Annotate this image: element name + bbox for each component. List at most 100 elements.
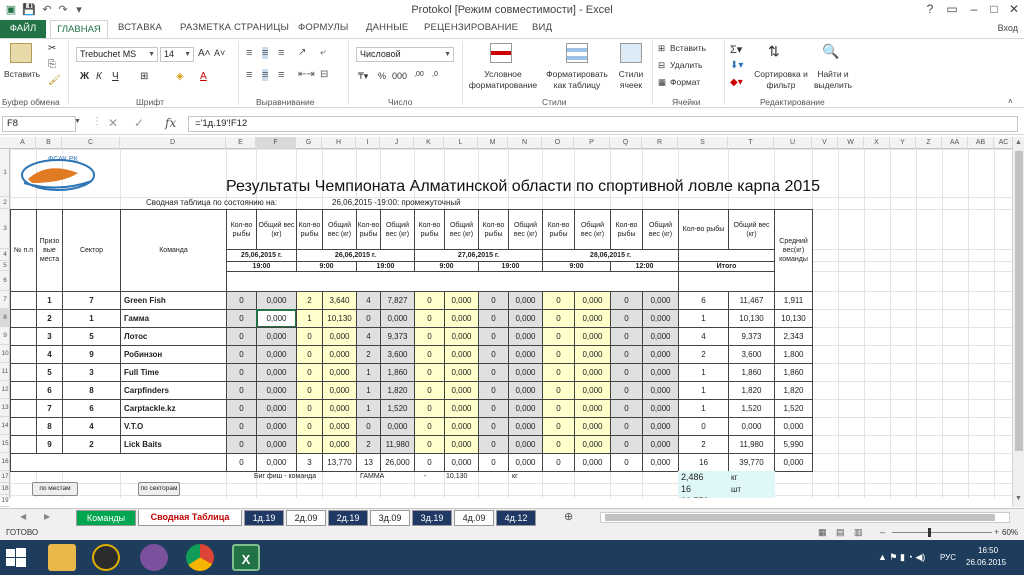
row-num[interactable] <box>10 399 37 418</box>
total-qty-cell[interactable]: 2 <box>678 435 729 454</box>
weight-cell[interactable]: 0,000 <box>508 345 543 364</box>
header-total-qty[interactable]: Кол-во рыбы <box>678 209 729 250</box>
qty-cell[interactable]: 0 <box>478 363 509 382</box>
weight-cell[interactable]: 0,000 <box>256 291 297 310</box>
team-cell[interactable]: Лотос <box>120 327 227 346</box>
row-header[interactable]: 15 <box>0 435 10 453</box>
total-qty-cell[interactable]: 2 <box>678 345 729 364</box>
qty-cell[interactable]: 0 <box>610 363 643 382</box>
weight-cell[interactable]: 9,373 <box>380 327 415 346</box>
qty-cell[interactable]: 0 <box>296 417 323 436</box>
header-weight[interactable]: Общий вес (кг) <box>380 209 415 250</box>
weight-cell[interactable]: 0,000 <box>508 417 543 436</box>
sheet-tab[interactable]: 1д.19 <box>244 510 284 526</box>
team-cell[interactable]: Lick Baits <box>120 435 227 454</box>
number-format-select[interactable]: Числовой ▼ <box>356 47 454 62</box>
weight-cell[interactable]: 0,000 <box>322 435 357 454</box>
align-left-icon[interactable]: ≡ <box>246 69 252 81</box>
avg-cell[interactable]: 1,820 <box>774 381 813 400</box>
column-header[interactable]: N <box>508 137 542 149</box>
qty-cell[interactable]: 0 <box>610 291 643 310</box>
column-header[interactable]: A <box>10 137 36 149</box>
total-qty-cell[interactable]: 0 <box>678 417 729 436</box>
qty-cell[interactable]: 0 <box>542 327 575 346</box>
formula-input[interactable]: ='1д.19'!F12 <box>188 116 1018 132</box>
qty-cell[interactable]: 0 <box>414 345 445 364</box>
font-size-select[interactable]: 14 ▼ <box>160 47 194 62</box>
weight-cell[interactable]: 0,000 <box>508 291 543 310</box>
qty-cell[interactable]: 0 <box>478 291 509 310</box>
format-as-table-button[interactable]: Форматировать как таблицу <box>542 69 612 91</box>
total-weight-cell[interactable]: 3,600 <box>728 345 775 364</box>
collapse-ribbon-icon[interactable]: ˄ <box>1008 97 1013 106</box>
sheet-tab[interactable]: 2д.09 <box>286 510 326 526</box>
weight-cell[interactable]: 0,000 <box>574 345 611 364</box>
insert-function-icon[interactable]: fx <box>165 116 176 130</box>
row-header[interactable]: 11 <box>0 363 10 381</box>
sector-cell[interactable]: 5 <box>62 327 121 346</box>
font-color-icon[interactable]: A <box>200 71 207 82</box>
qty-cell[interactable]: 0 <box>414 327 445 346</box>
weight-cell[interactable]: 0,000 <box>444 345 479 364</box>
blank-header[interactable] <box>678 271 775 292</box>
header-weight[interactable]: Общий вес (кг) <box>642 209 679 250</box>
header-weight[interactable]: Общий вес (кг) <box>444 209 479 250</box>
weight-cell[interactable]: 1,820 <box>380 381 415 400</box>
page-break-view-icon[interactable]: ▥ <box>854 527 863 538</box>
totals-cell[interactable]: 0 <box>610 453 643 472</box>
qty-cell[interactable]: 0 <box>296 381 323 400</box>
align-top-icon[interactable]: ≡ <box>246 47 252 59</box>
row-header[interactable]: 6 <box>0 271 10 291</box>
fill-icon[interactable]: ⬇▾ <box>730 60 743 71</box>
qty-cell[interactable]: 0 <box>296 363 323 382</box>
underline-icon[interactable]: Ч <box>112 71 119 82</box>
qty-cell[interactable]: 2 <box>356 345 381 364</box>
tab-file[interactable]: ФАЙЛ <box>0 20 46 38</box>
extra-value[interactable]: 39,770 <box>678 495 729 498</box>
horizontal-scrollbar[interactable] <box>600 512 1010 523</box>
weight-cell[interactable]: 0,000 <box>642 327 679 346</box>
tab-data[interactable]: ДАННЫЕ <box>366 22 408 33</box>
blank-header[interactable] <box>226 271 679 292</box>
next-sheet-icon[interactable]: ▶ <box>44 512 50 521</box>
weight-cell[interactable]: 0,000 <box>444 435 479 454</box>
column-header[interactable]: L <box>444 137 478 149</box>
totals-cell[interactable]: 0 <box>226 453 257 472</box>
row-num[interactable] <box>10 363 37 382</box>
sort-by-places-button[interactable]: по местам <box>32 482 78 496</box>
totals-cell[interactable]: 0,000 <box>574 453 611 472</box>
sheet-tab[interactable]: 3д.09 <box>370 510 410 526</box>
row-header[interactable]: 12 <box>0 381 10 399</box>
qty-cell[interactable]: 1 <box>356 381 381 400</box>
zoom-in-icon[interactable]: + <box>994 527 999 537</box>
qty-cell[interactable]: 0 <box>478 381 509 400</box>
weight-cell[interactable]: 0,000 <box>574 417 611 436</box>
conditional-format-button[interactable]: Условное форматирование <box>466 69 540 91</box>
qty-cell[interactable]: 0 <box>478 309 509 328</box>
weight-cell[interactable]: 0,000 <box>444 399 479 418</box>
qty-cell[interactable]: 0 <box>542 435 575 454</box>
weight-cell[interactable]: 0,000 <box>444 309 479 328</box>
vertical-scroll-thumb[interactable] <box>1015 151 1023 451</box>
copy-icon[interactable]: ⎘ <box>48 59 56 70</box>
sort-by-sectors-button[interactable]: по секторам <box>138 482 180 496</box>
page-layout-view-icon[interactable]: ▤ <box>836 527 845 538</box>
row-header[interactable]: 10 <box>0 345 10 363</box>
weight-cell[interactable]: 0,000 <box>380 309 415 328</box>
row-num[interactable] <box>10 381 37 400</box>
tab-insert[interactable]: ВСТАВКА <box>118 22 162 33</box>
qty-cell[interactable]: 0 <box>356 417 381 436</box>
avg-cell[interactable]: 10,130 <box>774 309 813 328</box>
add-sheet-icon[interactable]: ⊕ <box>564 510 573 523</box>
close-icon[interactable]: ✕ <box>1002 2 1024 16</box>
font-name-select[interactable]: Trebuchet MS ▼ <box>76 47 158 62</box>
sector-cell[interactable]: 4 <box>62 417 121 436</box>
weight-cell[interactable]: 1,860 <box>380 363 415 382</box>
avg-cell[interactable]: 1,860 <box>774 363 813 382</box>
total-weight-cell[interactable]: 1,520 <box>728 399 775 418</box>
qty-cell[interactable]: 0 <box>542 399 575 418</box>
header-weight[interactable]: Общий вес (кг) <box>508 209 543 250</box>
zoom-out-icon[interactable]: – <box>880 527 885 537</box>
column-header[interactable]: E <box>226 137 256 149</box>
column-header[interactable]: T <box>728 137 774 149</box>
